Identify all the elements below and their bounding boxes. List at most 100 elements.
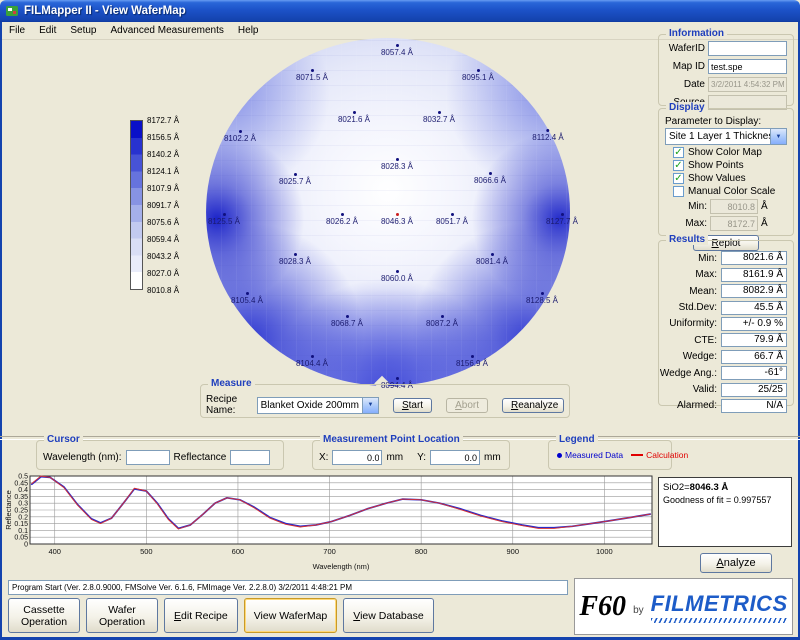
result-label: Std.Dev: (679, 302, 717, 313)
title-bar: FILMapper II - View WaferMap (0, 0, 800, 22)
result-value: N/A (721, 399, 787, 413)
button-label: Edit Recipe (174, 610, 228, 622)
measure-group: Measure Recipe Name: Blanket Oxide 200mm… (200, 384, 570, 418)
y-tick-label: 0.3 (18, 501, 28, 508)
result-label: Valid: (693, 384, 717, 395)
checkbox-show-points[interactable]: ✓ Show Points (673, 160, 793, 171)
chevron-down-icon: ▼ (362, 398, 378, 413)
y-field[interactable] (430, 450, 480, 465)
result-value: 25/25 (721, 383, 787, 397)
result-row: Mean:8082.9 Å (659, 284, 787, 298)
x-tick-label: 1000 (596, 547, 613, 556)
color-scale-label: 8124.1 Å (147, 167, 179, 176)
result-value: 8161.9 Å (721, 268, 787, 282)
fit-result-box: SiO2=8046.3 Å Goodness of fit = 0.997557 (658, 477, 792, 547)
color-scale-label: 8156.5 Å (147, 133, 179, 142)
max-unit: Å (761, 218, 768, 229)
button-label: View WaferMap (254, 610, 328, 622)
result-label: Alarmed: (677, 400, 717, 411)
result-value: 8021.6 Å (721, 251, 787, 265)
recipe-name-select[interactable]: Blanket Oxide 200mm ▼ (257, 397, 379, 414)
color-scale-label: 8172.7 Å (147, 116, 179, 125)
bottom-button-edit-recipe[interactable]: Edit Recipe (164, 598, 238, 633)
menu-help[interactable]: Help (231, 23, 266, 38)
result-label: Uniformity: (669, 318, 717, 329)
logo-hatch-underline (651, 618, 788, 623)
spectrum-chart[interactable]: 00.050.10.150.20.250.30.350.40.450.54005… (4, 472, 656, 574)
y-tick-label: 0.4 (18, 487, 28, 494)
menu-edit[interactable]: Edit (32, 23, 63, 38)
result-row: Uniformity:+/- 0.9 % (659, 317, 787, 331)
bottom-button-wafer-operation[interactable]: Wafer Operation (86, 598, 158, 633)
wafer-map[interactable] (206, 38, 570, 386)
result-row: Min:8021.6 Å (659, 251, 787, 265)
min-field (710, 199, 758, 214)
checkbox-manual-color-scale[interactable]: Manual Color Scale (673, 186, 793, 197)
date-field (708, 77, 787, 92)
color-scale-label: 8107.9 Å (147, 184, 179, 193)
y-tick-label: 0.45 (14, 480, 28, 487)
max-field (710, 216, 758, 231)
max-label: Max: (683, 218, 707, 229)
window-border-left (0, 22, 2, 640)
result-row: Max: 8161.9 Å (659, 268, 787, 282)
bottom-button-cassette-operation[interactable]: Cassette Operation (8, 598, 80, 633)
x-tick-label: 400 (48, 547, 61, 556)
brand-column: FILMETRICS (651, 591, 788, 623)
goodness-of-fit: Goodness of fit = 0.997557 (663, 494, 787, 507)
x-tick-label: 500 (140, 547, 153, 556)
show-values-label: Show Values (688, 173, 746, 184)
result-row: Std.Dev: 45.5 Å (659, 301, 787, 315)
menu-setup[interactable]: Setup (63, 23, 103, 38)
result-row: Alarmed: N/A (659, 399, 787, 413)
legend-measured-item: Measured Data (557, 450, 623, 460)
measurement-point-group: Measurement Point Location X: mm Y: mm (312, 440, 510, 470)
cursor-group: Cursor Wavelength (nm): Reflectance (36, 440, 284, 470)
x-field[interactable] (332, 450, 382, 465)
x-axis-label: Wavelength (nm) (313, 562, 370, 571)
parameter-value: Site 1 Layer 1 Thickness (666, 131, 770, 142)
recipe-name-value: Blanket Oxide 200mm (258, 400, 362, 411)
checkbox-checked-icon: ✓ (673, 160, 684, 171)
legend-title: Legend (556, 434, 598, 445)
cursor-reflectance-field[interactable] (230, 450, 270, 465)
start-button[interactable]: Start (393, 398, 432, 413)
display-group: Display Parameter to Display: Site 1 Lay… (658, 108, 794, 236)
result-label: Max: (695, 269, 717, 280)
checkbox-unchecked-icon (673, 186, 684, 197)
recipe-name-label: Recipe Name: (206, 394, 251, 416)
waferid-field[interactable] (708, 41, 787, 56)
bottom-button-view-database[interactable]: View Database (343, 598, 433, 633)
logo-brand: FILMETRICS (651, 591, 788, 617)
result-label: Wedge: (683, 351, 717, 362)
x-tick-label: 800 (415, 547, 428, 556)
color-scale-label: 8059.4 Å (147, 235, 179, 244)
mapid-field[interactable] (708, 59, 787, 74)
checkbox-show-values[interactable]: ✓ Show Values (673, 173, 793, 184)
bottom-button-view-wafermap[interactable]: View WaferMap (244, 598, 338, 633)
reanalyze-button[interactable]: Reanalyze (502, 398, 564, 413)
analyze-button[interactable]: Analyze (700, 553, 772, 573)
y-tick-label: 0.05 (14, 535, 28, 542)
y-axis-label: Reflectance (4, 490, 13, 530)
menu-file[interactable]: File (2, 23, 32, 38)
parameter-select[interactable]: Site 1 Layer 1 Thickness ▼ (665, 128, 787, 145)
checkbox-show-color-map[interactable]: ✓ Show Color Map (673, 147, 793, 158)
legend-calculation-item: Calculation (631, 450, 688, 460)
measure-title: Measure (208, 378, 255, 389)
x-label: X: (319, 452, 328, 463)
result-value: 45.5 Å (721, 301, 787, 315)
cursor-wavelength-field[interactable] (126, 450, 170, 465)
menu-advanced-measurements[interactable]: Advanced Measurements (104, 23, 231, 38)
color-scale-label: 8010.8 Å (147, 286, 179, 295)
color-scale-label: 8075.6 Å (147, 218, 179, 227)
mapid-label: Map ID (663, 61, 705, 72)
color-scale-strip (130, 120, 143, 290)
parameter-label: Parameter to Display: (665, 116, 787, 127)
cursor-wavelength-label: Wavelength (nm): (43, 452, 122, 463)
results-group: Results Min:8021.6 ÅMax:8161.9 ÅMean:808… (658, 240, 794, 406)
x-tick-label: 700 (323, 547, 336, 556)
result-row: Valid: 25/25 (659, 383, 787, 397)
result-value: -61° (721, 366, 787, 380)
x-unit: mm (386, 452, 403, 463)
